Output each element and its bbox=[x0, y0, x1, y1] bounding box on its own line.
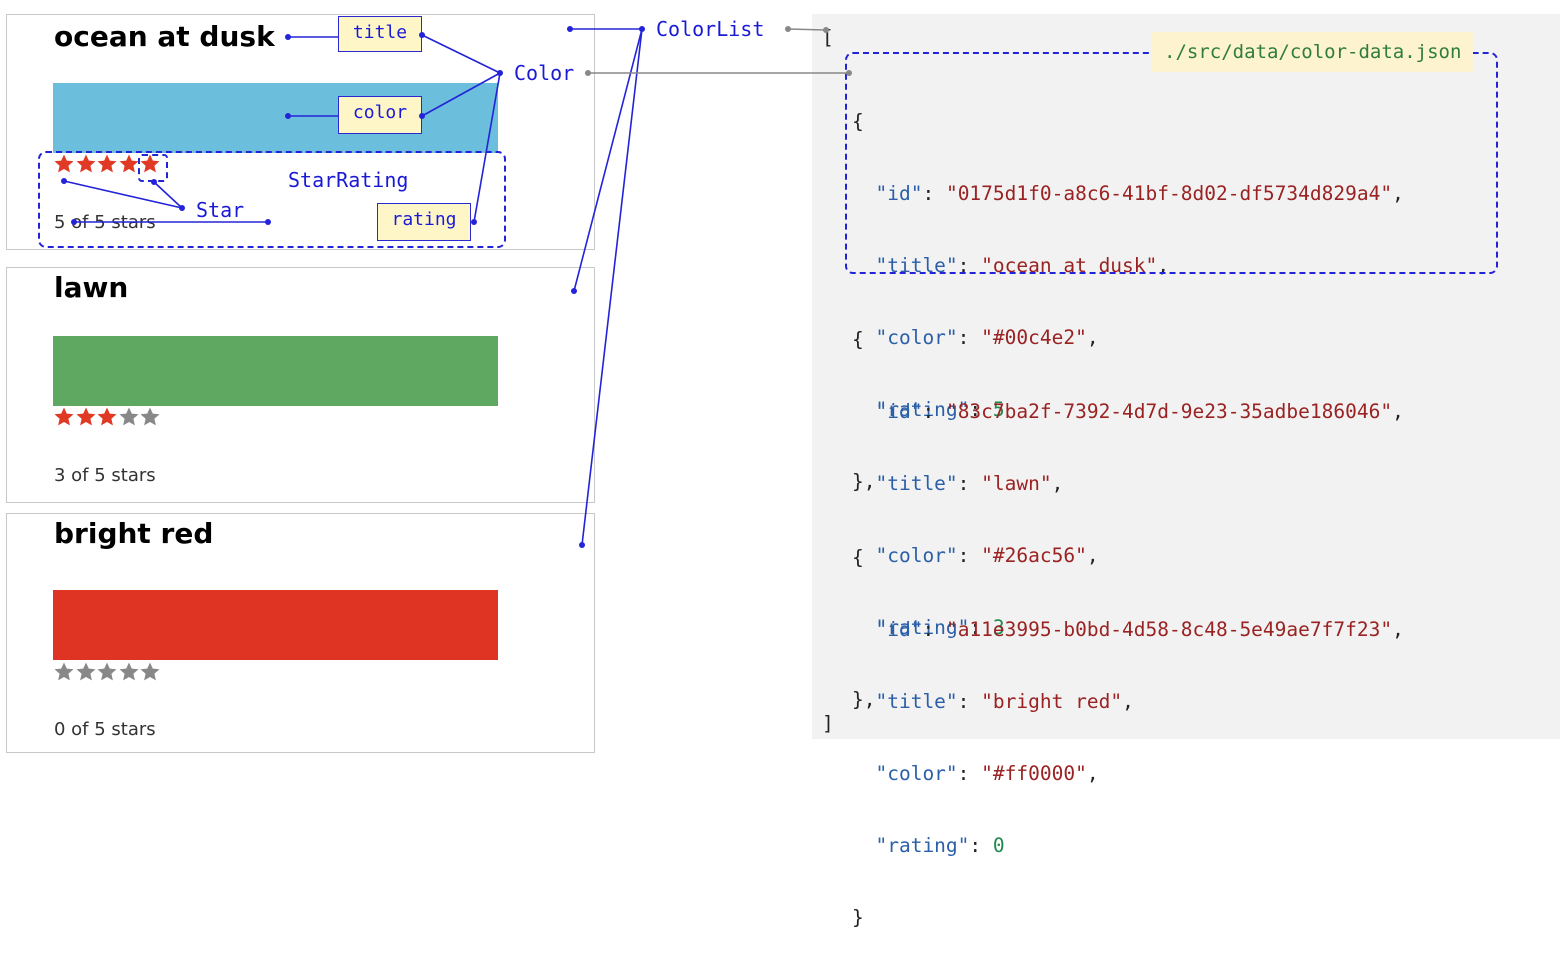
colorlist-component-label: ColorList bbox=[656, 17, 765, 41]
file-path-label: ./src/data/color-data.json bbox=[1152, 32, 1474, 72]
json-color-value: #ff0000 bbox=[992, 762, 1076, 785]
title-prop-box: title bbox=[338, 16, 422, 52]
color-swatch bbox=[53, 83, 498, 153]
star-icon[interactable] bbox=[53, 661, 75, 683]
json-close-bracket: ] bbox=[822, 712, 834, 735]
json-close-brace: } bbox=[852, 906, 864, 929]
json-title-value: lawn bbox=[992, 472, 1040, 495]
star-icon[interactable] bbox=[96, 661, 118, 683]
star-rating bbox=[53, 661, 161, 685]
json-item-highlight bbox=[845, 52, 1498, 274]
json-id-value: 83c7ba2f-7392-4d7d-9e23-35adbe186046 bbox=[957, 400, 1381, 423]
star-icon[interactable] bbox=[118, 406, 140, 428]
color-component-label: Color bbox=[514, 61, 575, 85]
star-icon[interactable] bbox=[139, 661, 161, 683]
star-rating bbox=[53, 406, 161, 430]
rating-prop-box: rating bbox=[377, 203, 471, 241]
json-item-3: { "id": "a11e3995-b0bd-4d58-8c48-5e49ae7… bbox=[852, 546, 1404, 929]
json-open-bracket: [ bbox=[822, 26, 834, 49]
color-title: ocean at dusk bbox=[54, 20, 275, 53]
star-component-label: Star bbox=[196, 198, 245, 222]
star-icon[interactable] bbox=[118, 661, 140, 683]
star-rating-text: 0 of 5 stars bbox=[54, 719, 156, 740]
star-icon[interactable] bbox=[96, 406, 118, 428]
json-rating-value: 0 bbox=[992, 834, 1005, 857]
color-prop-box: color bbox=[338, 96, 422, 134]
json-id-value: a11e3995-b0bd-4d58-8c48-5e49ae7f7f23 bbox=[957, 618, 1381, 641]
starrating-component-label: StarRating bbox=[288, 168, 409, 192]
json-title-value: bright red bbox=[992, 690, 1111, 713]
color-title: lawn bbox=[54, 271, 129, 304]
star-icon[interactable] bbox=[139, 406, 161, 428]
color-card-bright-red: bright red 0 of 5 stars bbox=[6, 513, 595, 753]
color-card-lawn: lawn 3 of 5 stars bbox=[6, 267, 595, 503]
star-rating-text: 3 of 5 stars bbox=[54, 465, 156, 486]
color-swatch bbox=[53, 590, 498, 660]
color-title: bright red bbox=[54, 517, 214, 550]
star-highlight bbox=[138, 154, 168, 182]
color-swatch bbox=[53, 336, 498, 406]
star-icon[interactable] bbox=[53, 406, 75, 428]
star-icon[interactable] bbox=[75, 661, 97, 683]
star-icon[interactable] bbox=[75, 406, 97, 428]
